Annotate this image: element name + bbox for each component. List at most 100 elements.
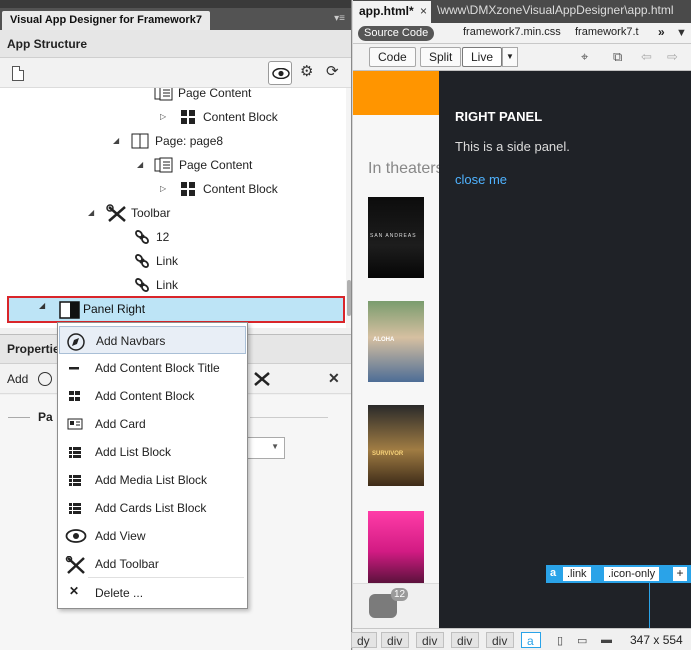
menu-item-add-list-block[interactable]: Add List Block	[59, 438, 246, 466]
code-navigator-icon[interactable]: ⧉	[613, 49, 622, 65]
page-content-icon	[154, 157, 173, 173]
menu-item-label: Add Content Block	[95, 389, 195, 403]
crumb-div[interactable]: div	[416, 632, 445, 648]
movie-poster[interactable]: ALOHA	[368, 301, 424, 382]
expand-triangle-icon[interactable]: ▷	[160, 106, 170, 128]
refresh-icon[interactable]: ⟳	[326, 64, 342, 80]
tree-item-label: Page Content	[178, 88, 252, 100]
filter-icon[interactable]: ▼	[676, 27, 687, 39]
crumb-body[interactable]: dy	[351, 632, 377, 648]
live-view-canvas[interactable]: In theaters SAN ANDREAS ALOHA SURVIVOR 1…	[353, 71, 691, 628]
expand-triangle-icon[interactable]: ▷	[160, 178, 170, 200]
menu-item-add-content-block[interactable]: Add Content Block	[59, 382, 246, 410]
menu-separator	[88, 577, 244, 578]
close-icon[interactable]: ✕	[328, 370, 340, 387]
link-icon	[134, 229, 152, 245]
menu-item-add-cards-list-block[interactable]: Add Cards List Block	[59, 494, 246, 522]
live-view-button[interactable]: Live	[462, 47, 503, 67]
collapse-triangle-icon[interactable]: ◢	[39, 301, 45, 310]
hud-class-icon-only[interactable]: .icon-only	[604, 567, 660, 581]
app-structure-title: App Structure	[0, 30, 351, 58]
eye-icon	[272, 68, 290, 79]
panel-collapse-strip[interactable]	[0, 0, 351, 8]
tree-scrollbar[interactable]	[346, 88, 351, 328]
menu-item-label: Add Cards List Block	[95, 501, 207, 515]
structure-toolbar: ⚙ ⟳	[0, 58, 351, 88]
menu-item-add-view[interactable]: Add View	[59, 522, 246, 550]
collapse-triangle-icon[interactable]: ◢	[113, 130, 123, 152]
new-page-icon[interactable]	[12, 66, 24, 81]
related-files-bar: Source Code framework7.min.css framework…	[353, 23, 691, 44]
more-files-icon[interactable]: »	[658, 25, 665, 39]
tablet-size-icon[interactable]: ▭	[577, 634, 587, 647]
content-block-icon	[180, 109, 198, 125]
menu-item-label: Add Toolbar	[95, 557, 159, 571]
divider	[8, 417, 30, 418]
menu-item-add-card[interactable]: Add Card	[59, 410, 246, 438]
card-icon	[65, 416, 85, 432]
page-content-icon	[154, 88, 173, 101]
context-menu: Add Navbars Add Content Block Title Add …	[57, 322, 248, 609]
desktop-size-icon[interactable]: ▬	[601, 634, 612, 646]
property-select[interactable]	[248, 437, 285, 459]
page-icon	[131, 133, 149, 149]
menu-item-add-content-block-title[interactable]: Add Content Block Title	[59, 354, 246, 382]
list-icon	[65, 472, 85, 488]
list-icon	[65, 444, 85, 460]
menu-item-add-media-list-block[interactable]: Add Media List Block	[59, 466, 246, 494]
crumb-div[interactable]: div	[451, 632, 480, 648]
panel-menu-icon[interactable]: ▾≡	[331, 13, 345, 25]
movie-poster[interactable]: SAN ANDREAS	[368, 197, 424, 278]
view-toolbar: Code Split Live ▼ ⌖ ⧉ ⇦ ⇨	[353, 44, 691, 71]
panel-tab-bar: Visual App Designer for Framework7 ▾≡	[0, 8, 351, 30]
menu-item-delete[interactable]: ✕ Delete ...	[59, 579, 246, 607]
tree-item-panel-right[interactable]: ◢ Panel Right	[7, 296, 345, 323]
hud-connector	[649, 583, 650, 628]
document-tab-bar: app.html* × \www\DMXzoneVisualAppDesigne…	[353, 0, 691, 23]
tree-item-label: Link	[156, 278, 179, 292]
document-area: app.html* × \www\DMXzoneVisualAppDesigne…	[351, 0, 691, 650]
back-arrow-icon[interactable]: ⇦	[641, 49, 652, 65]
menu-item-label: Add Media List Block	[95, 473, 208, 487]
close-tab-icon[interactable]: ×	[420, 1, 427, 21]
close-panel-link[interactable]: close me	[455, 172, 507, 187]
forward-arrow-icon[interactable]: ⇨	[667, 49, 678, 65]
compass-icon	[66, 333, 86, 351]
movie-poster[interactable]	[368, 511, 424, 592]
live-options-dropdown[interactable]: ▼	[502, 47, 518, 67]
mobile-size-icon[interactable]: ▯	[557, 634, 563, 647]
gear-icon[interactable]: ⚙	[300, 64, 314, 79]
compass-icon[interactable]	[38, 372, 52, 386]
crumb-div[interactable]: div	[486, 632, 515, 648]
bottom-toolbar: 12	[353, 583, 439, 628]
panel-tab-vad[interactable]: Visual App Designer for Framework7	[2, 11, 210, 30]
hud-class-link[interactable]: .link	[563, 567, 591, 581]
related-file-css[interactable]: framework7.min.css	[463, 26, 561, 38]
list-icon	[65, 500, 85, 516]
preview-eye-button[interactable]	[268, 61, 292, 85]
menu-item-add-navbars[interactable]: Add Navbars	[59, 326, 246, 354]
menu-item-add-toolbar[interactable]: Add Toolbar	[59, 550, 246, 578]
navbar-bar	[353, 71, 439, 115]
hud-tag: a	[550, 567, 557, 579]
crumb-a[interactable]: a	[521, 632, 541, 648]
related-file-js[interactable]: framework7.t	[575, 26, 639, 38]
split-view-button[interactable]: Split	[420, 47, 462, 67]
tab-app-html[interactable]: app.html* ×	[353, 1, 431, 23]
code-view-button[interactable]: Code	[369, 47, 416, 67]
collapse-triangle-icon[interactable]: ◢	[137, 154, 147, 176]
properties-section-title: Pa	[38, 410, 53, 424]
panel-title: RIGHT PANEL	[455, 109, 543, 124]
window-size[interactable]: 347 x 554	[630, 633, 683, 647]
collapse-triangle-icon[interactable]: ◢	[88, 202, 98, 224]
add-class-button[interactable]: +	[673, 567, 687, 581]
grid-icon	[65, 388, 85, 404]
movie-poster[interactable]: SURVIVOR	[368, 405, 424, 486]
tools-icon[interactable]	[253, 371, 271, 390]
source-code-button[interactable]: Source Code	[358, 26, 435, 41]
scrollbar-thumb[interactable]	[347, 280, 351, 316]
crumb-div[interactable]: div	[381, 632, 410, 648]
notification-badge: 12	[391, 588, 409, 601]
inspect-target-icon[interactable]: ⌖	[581, 49, 588, 65]
tree-item-label: Content Block	[203, 182, 278, 196]
